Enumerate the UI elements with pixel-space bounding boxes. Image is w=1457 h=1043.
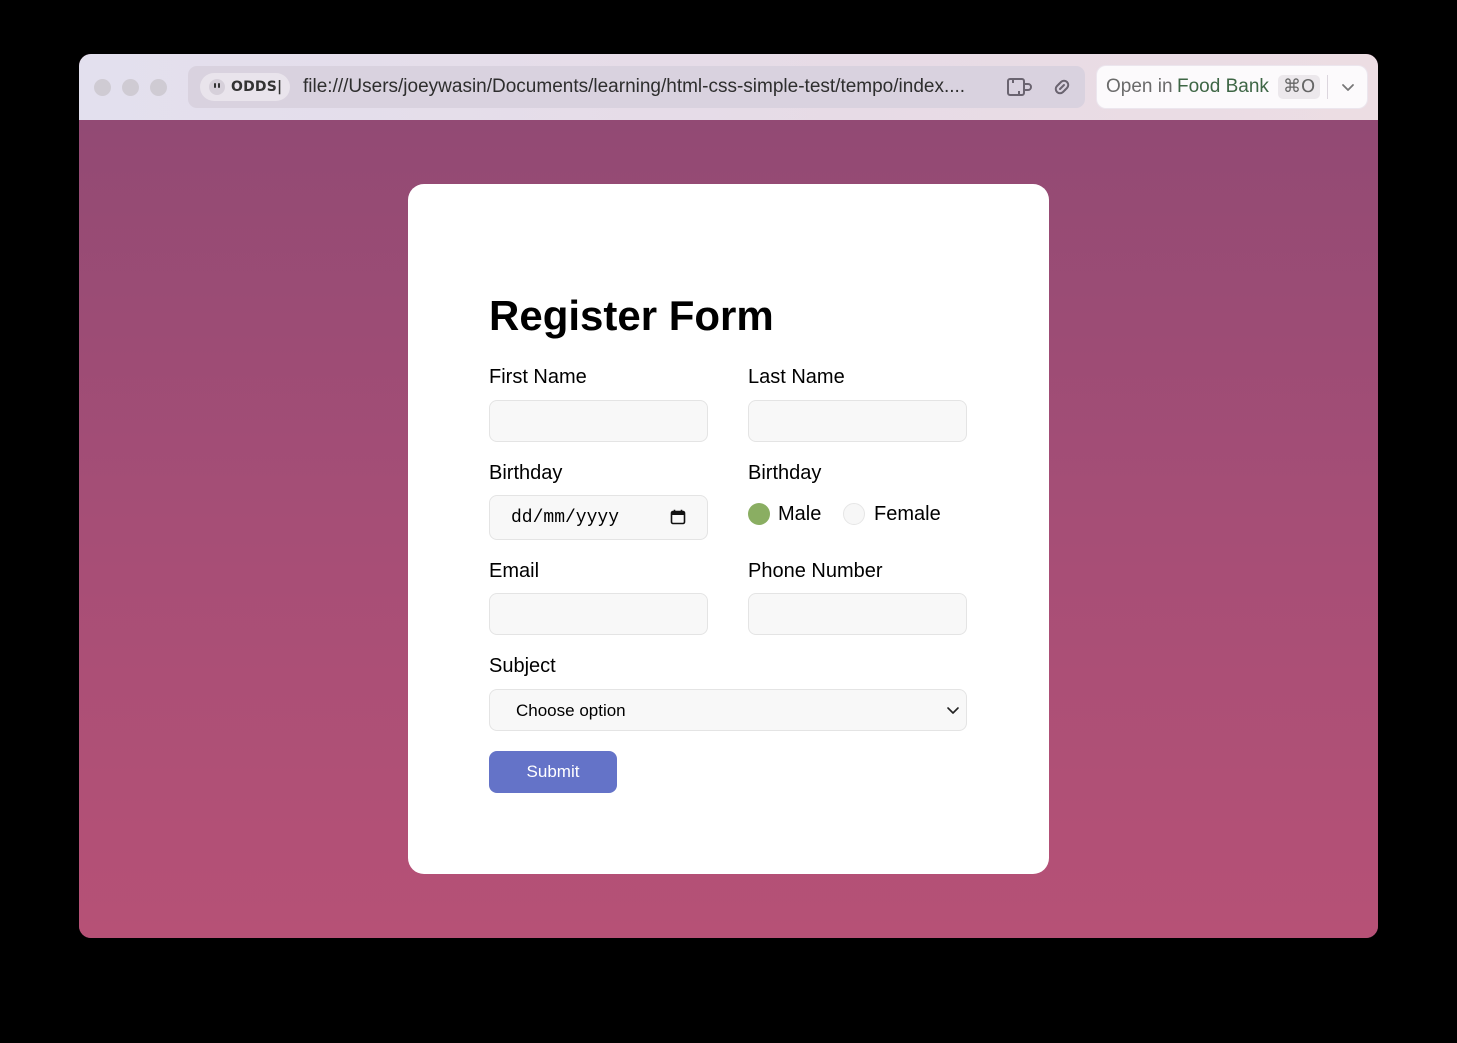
submit-button[interactable]: Submit (489, 751, 617, 793)
zoom-window-button[interactable] (150, 79, 167, 96)
calendar-icon[interactable] (670, 509, 686, 525)
male-radio[interactable] (748, 503, 770, 525)
open-in-app-button[interactable]: Open in Food Bank ⌘O (1097, 66, 1367, 108)
address-bar[interactable]: ODDS| file:///Users/joeywasin/Documents/… (188, 66, 1085, 108)
male-radio-label[interactable]: Male (778, 503, 821, 526)
subject-selected-value: Choose option (516, 701, 626, 720)
register-form-card: Register Form First Name Last Name Birth… (408, 184, 1049, 874)
browser-toolbar: ODDS| file:///Users/joeywasin/Documents/… (79, 54, 1378, 120)
female-radio-label[interactable]: Female (874, 503, 941, 526)
profile-label: ODDS| (231, 79, 283, 95)
page-content: Register Form First Name Last Name Birth… (79, 120, 1378, 938)
phone-number-label: Phone Number (748, 560, 883, 582)
email-field[interactable] (489, 593, 708, 635)
last-name-label: Last Name (748, 366, 845, 388)
birthday-date-value: dd/mm/yyyy (511, 507, 620, 528)
close-window-button[interactable] (94, 79, 111, 96)
gender-label: Birthday (748, 462, 822, 484)
profile-button[interactable]: ODDS| (200, 73, 290, 101)
birthday-date-field[interactable]: dd/mm/yyyy (489, 495, 708, 540)
browser-window: ODDS| file:///Users/joeywasin/Documents/… (79, 54, 1378, 938)
divider (1327, 75, 1328, 99)
open-in-prefix: Open in (1106, 76, 1173, 97)
minimize-window-button[interactable] (122, 79, 139, 96)
first-name-label: First Name (489, 366, 587, 388)
open-in-app-name: Food Bank (1177, 76, 1269, 97)
chevron-down-icon (946, 703, 960, 717)
url-text[interactable]: file:///Users/joeywasin/Documents/learni… (303, 76, 1003, 98)
extension-icon[interactable] (1006, 76, 1032, 98)
first-name-field[interactable] (489, 400, 708, 442)
chevron-down-icon[interactable] (1340, 79, 1356, 95)
phone-number-field[interactable] (748, 593, 967, 635)
female-radio[interactable] (843, 503, 865, 525)
submit-button-label: Submit (526, 762, 580, 781)
form-title: Register Form (489, 292, 774, 339)
profile-face-icon (209, 79, 225, 95)
birthday-label: Birthday (489, 462, 563, 484)
last-name-field[interactable] (748, 400, 967, 442)
link-icon[interactable] (1050, 76, 1074, 98)
keyboard-shortcut-badge: ⌘O (1278, 75, 1321, 99)
subject-select[interactable]: Choose option (489, 689, 967, 731)
subject-label: Subject (489, 655, 556, 677)
email-label: Email (489, 560, 540, 582)
